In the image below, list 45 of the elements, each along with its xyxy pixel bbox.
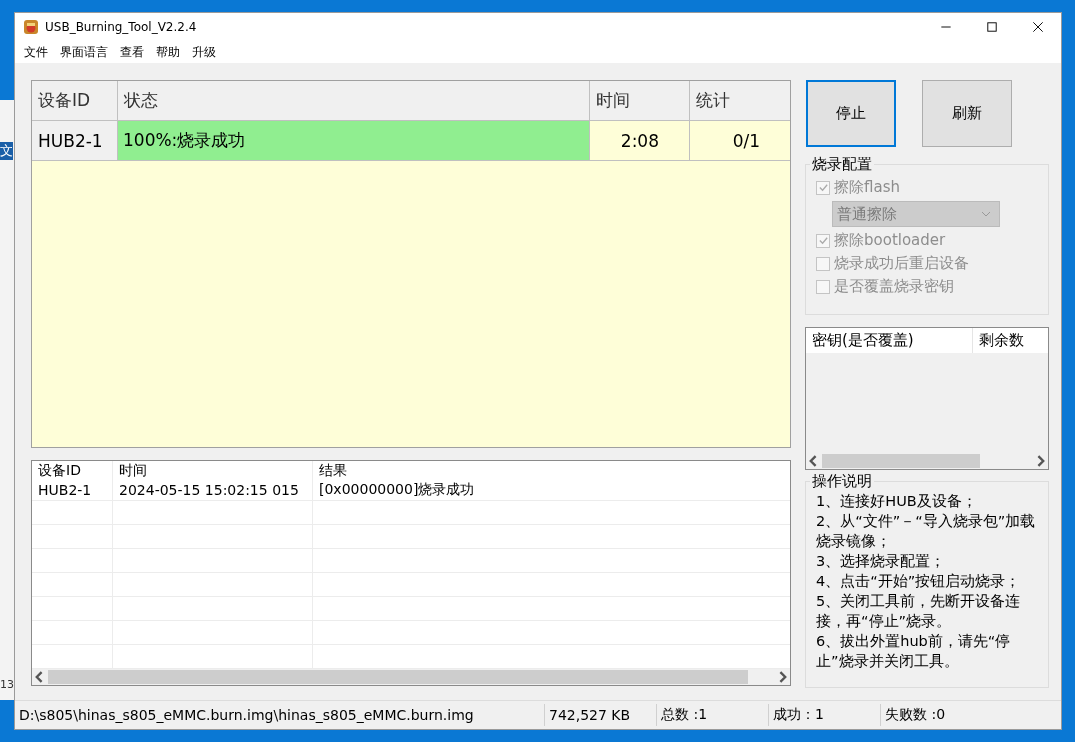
instruction-text: 5、关闭工具前，先断开设备连接，再“停止”烧录。 [816, 592, 1022, 631]
menu-item[interactable]: 升级 [187, 44, 221, 60]
app-icon [23, 19, 39, 35]
menu-item[interactable]: 帮助 [151, 44, 185, 60]
menu-item[interactable]: 界面语言 [55, 44, 113, 60]
action-button[interactable]: 刷新 [922, 80, 1012, 147]
status-text: 总数 :1 [657, 704, 769, 726]
table-cell: 2:08 [590, 121, 690, 160]
table-cell-text: 0/1 [731, 129, 761, 153]
instruction-text: 4、点击“开始”按钮启动烧录； [816, 572, 1022, 591]
column-header: 设备ID [32, 461, 113, 481]
checkbox-label: 擦除bootloader [834, 231, 946, 250]
instruction-text: 6、拔出外置hub前，请先“停止”烧录并关闭工具。 [816, 632, 1012, 671]
window-title: USB_Burning_Tool_V2.2.4 [45, 20, 198, 34]
instruction-text: 2、从“文件”－“导入烧录包”加载烧录镜像； [816, 512, 1037, 551]
column-header: 时间 [113, 461, 313, 481]
column-header: 密钥(是否覆盖) [806, 328, 973, 353]
checkbox-label: 是否覆盖烧录密钥 [834, 277, 954, 296]
action-button[interactable]: 停止 [806, 80, 896, 147]
instruction-text: 1、连接好HUB及设备； [816, 492, 978, 511]
scroll-thumb[interactable] [48, 670, 748, 684]
column-header: 结果 [318, 461, 348, 480]
table-cell: HUB2-1 [32, 121, 118, 160]
checkbox-label: 烧录成功后重启设备 [834, 254, 969, 273]
background-text: 文 [0, 142, 13, 160]
status-text: 失败数 :0 [884, 705, 947, 724]
horizontal-scrollbar[interactable] [32, 669, 790, 685]
scroll-thumb[interactable] [822, 454, 980, 468]
horizontal-scrollbar[interactable] [806, 453, 1048, 469]
status-text: D:\s805\hinas_s805_eMMC.burn.img\hinas_s805_eMMC.burn.img [15, 704, 545, 726]
group-title: 操作说明 [811, 472, 873, 491]
menu-item[interactable]: 文件 [19, 44, 53, 60]
status-text: 100%:烧录成功 [122, 129, 246, 152]
column-header: 剩余数 [978, 330, 1025, 351]
table-cell-text: [0x00000000]烧录成功 [318, 480, 476, 500]
status-text: 成功：1 [769, 704, 881, 726]
chevron-down-icon [981, 211, 991, 217]
menu-item[interactable]: 查看 [115, 44, 149, 60]
table-cell: 2024-05-15 15:02:15 015 [113, 480, 313, 500]
table-cell: HUB2-1 [32, 480, 113, 500]
group-title: 烧录配置 [811, 155, 873, 174]
background-text: 13 [0, 678, 14, 691]
instruction-text: 3、选择烧录配置； [816, 552, 947, 571]
checkbox-label: 擦除flash [834, 178, 900, 197]
status-text: 742,527 KB [545, 704, 657, 726]
